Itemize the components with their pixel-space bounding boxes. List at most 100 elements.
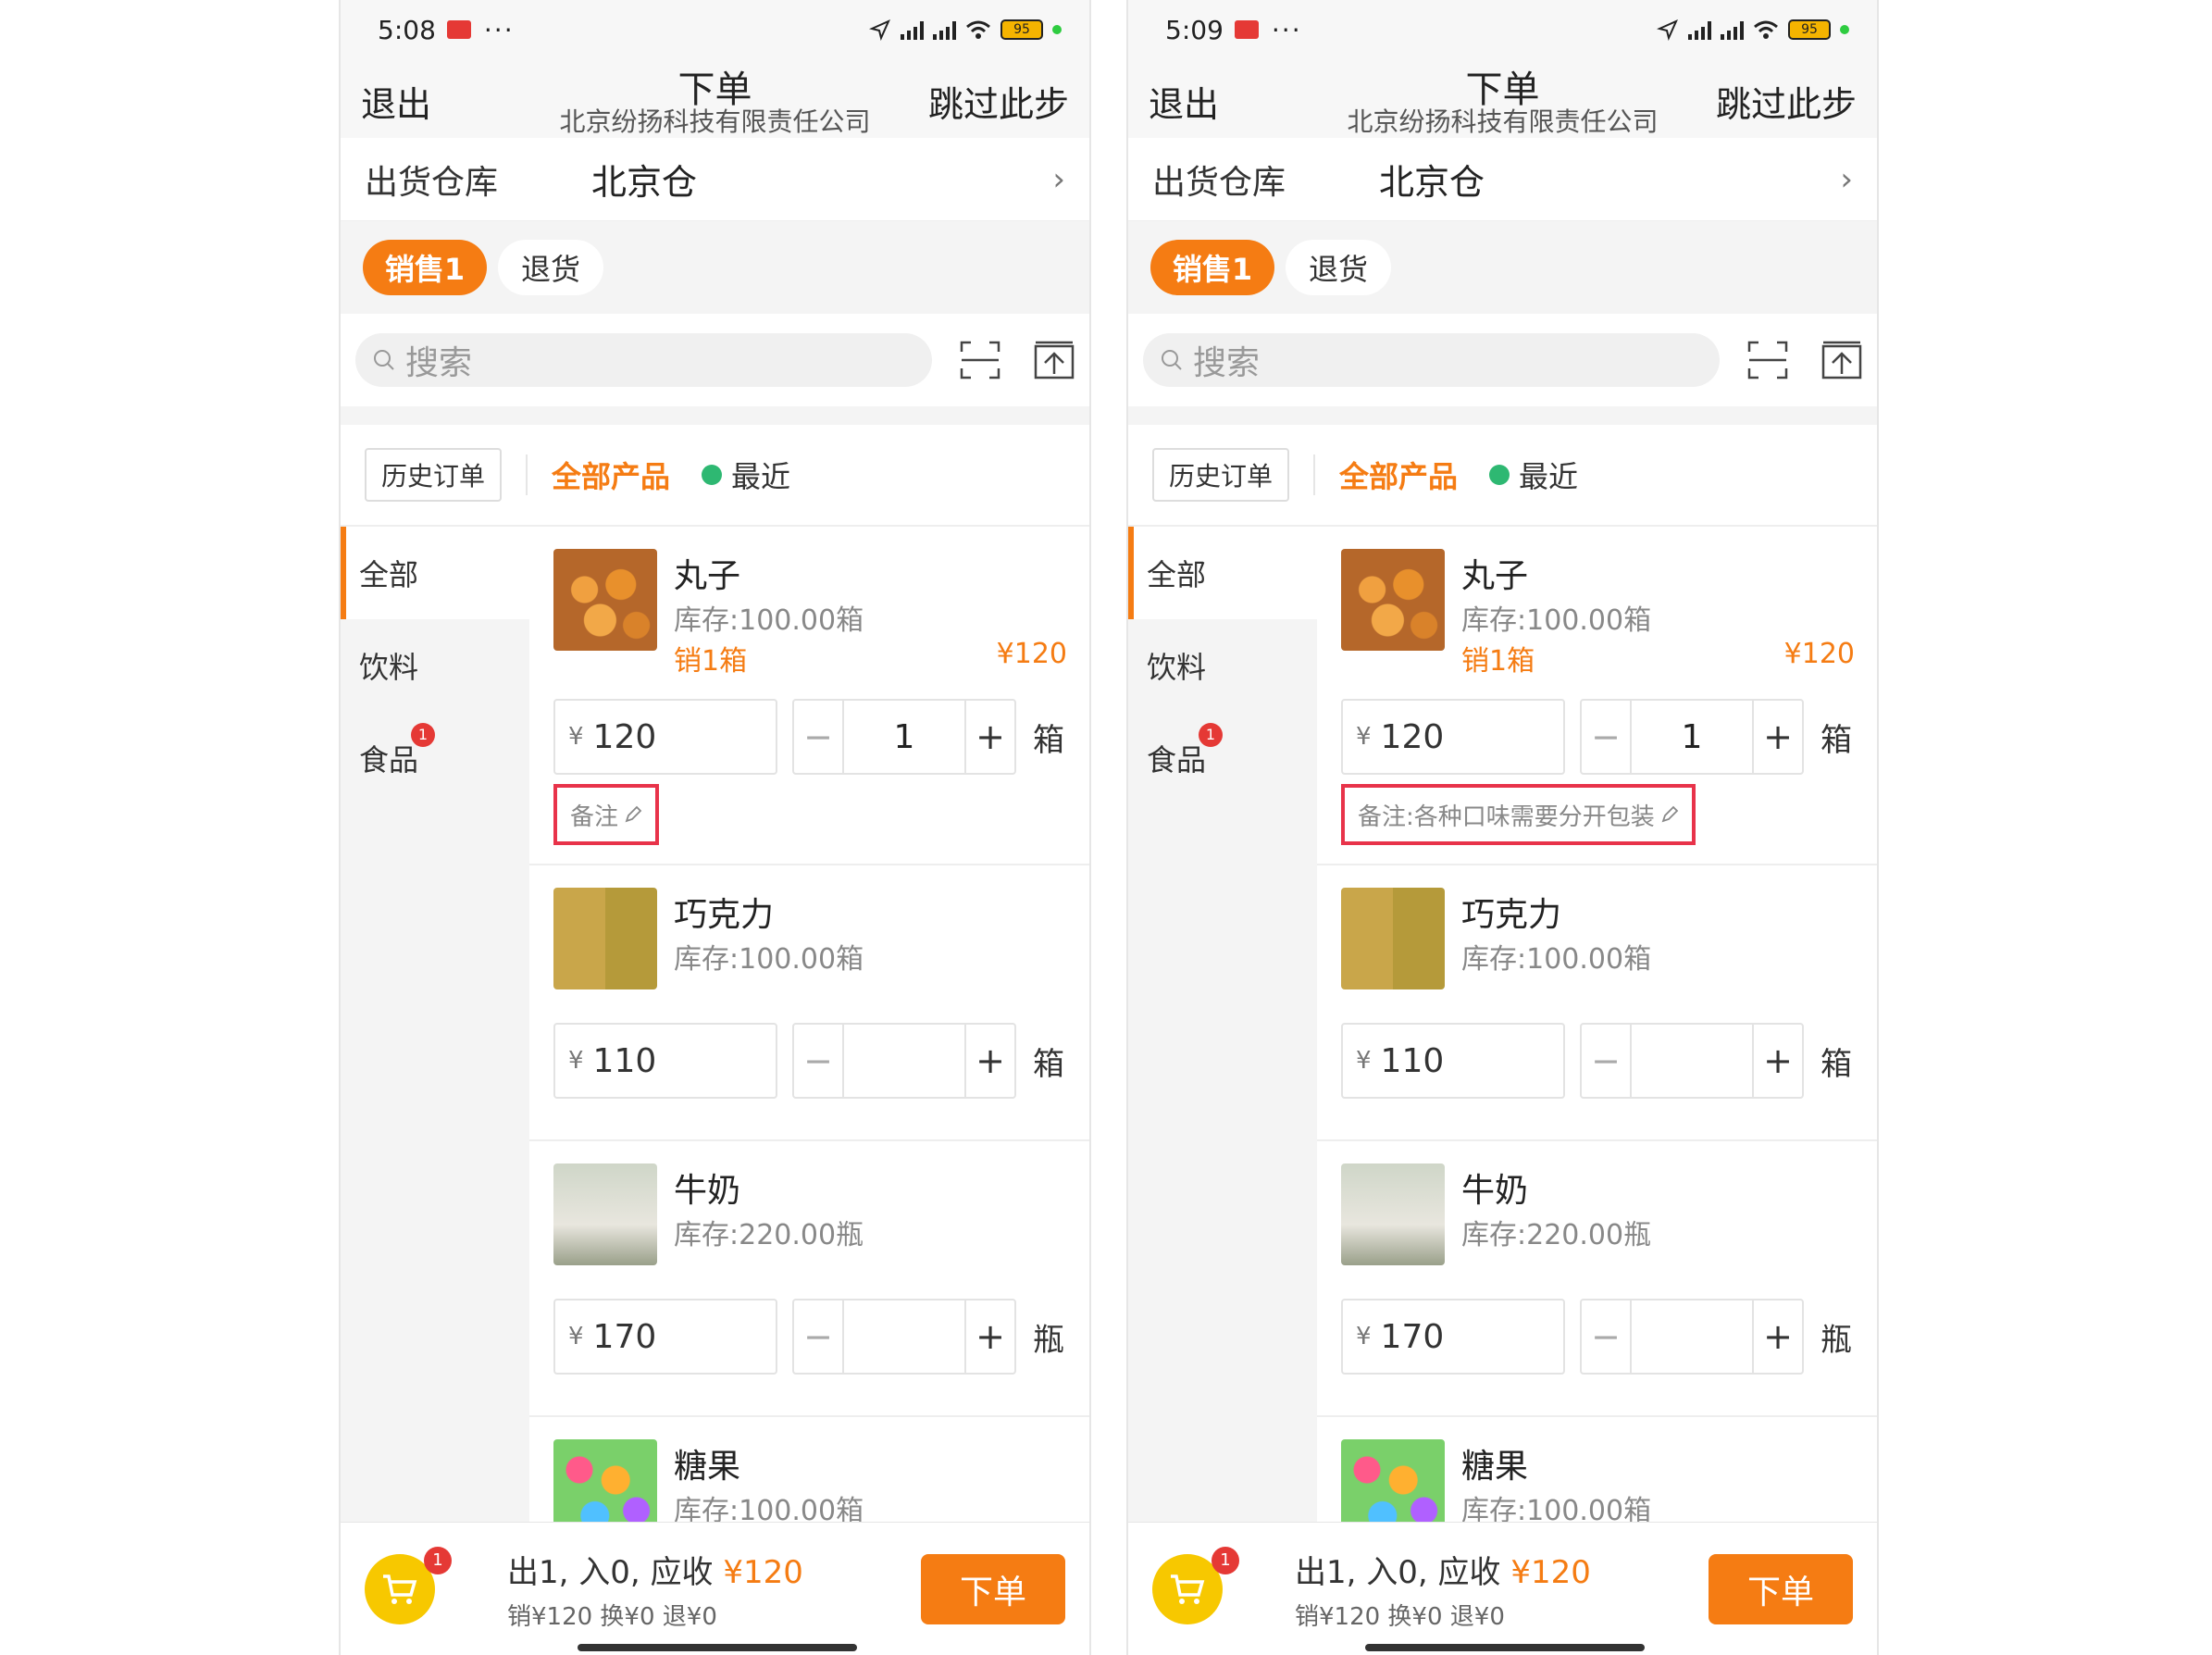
yen-symbol: ¥ (568, 723, 584, 751)
search-icon (374, 350, 394, 370)
increment-button[interactable]: + (964, 701, 1014, 773)
price-input[interactable]: ¥110 (553, 1023, 777, 1099)
remark-button[interactable]: 备注:各种口味需要分开包装 (1341, 784, 1696, 845)
price-input[interactable]: ¥120 (553, 699, 777, 775)
quantity-value[interactable] (844, 1025, 964, 1097)
increment-button[interactable]: + (1752, 701, 1802, 773)
product-item: 牛奶 库存:220.00瓶 ¥170 − + 瓶 (1317, 1141, 1877, 1417)
increment-button[interactable]: + (1752, 1300, 1802, 1373)
quantity-stepper: − 1 + (792, 699, 1016, 775)
price-input[interactable]: ¥170 (1341, 1299, 1565, 1375)
quantity-value[interactable]: 1 (844, 701, 964, 773)
cart-icon (383, 1574, 417, 1604)
decrement-button[interactable]: − (794, 1025, 844, 1097)
price-value: 170 (1380, 1317, 1445, 1356)
more-notifications-icon: ··· (483, 14, 515, 45)
home-indicator[interactable] (1365, 1644, 1645, 1651)
category-food[interactable]: 食品 1 (341, 712, 529, 804)
cart-button[interactable]: 1 (365, 1546, 452, 1624)
signal-icon-2 (1721, 19, 1744, 40)
tab-return[interactable]: 退货 (1286, 240, 1391, 295)
milk-image (1341, 1163, 1445, 1265)
notification-app-icon (1234, 20, 1259, 39)
tab-sale[interactable]: 销售1 (1150, 240, 1274, 295)
upload-icon[interactable] (1821, 341, 1862, 380)
tab-recent[interactable]: 最近 (702, 454, 790, 496)
unit-label: 瓶 (1033, 1321, 1064, 1359)
decrement-button[interactable]: − (1582, 1025, 1632, 1097)
scan-icon[interactable] (1747, 341, 1788, 380)
search-bar: 搜索 (1128, 314, 1877, 406)
product-item: 丸子 库存:100.00箱 销1箱 ¥120 ¥120 − 1 + 箱 备注:各种… (1317, 527, 1877, 865)
skip-step-button[interactable]: 跳过此步 (1716, 76, 1857, 127)
warehouse-selector[interactable]: 出货仓库 北京仓 › (341, 138, 1089, 221)
cart-count-badge: 1 (1212, 1546, 1239, 1574)
active-dot-icon (1052, 25, 1062, 34)
upload-icon[interactable] (1034, 341, 1075, 380)
category-all[interactable]: 全部 (1128, 527, 1317, 619)
cart-button[interactable]: 1 (1152, 1546, 1239, 1624)
wifi-icon (966, 20, 990, 39)
price-input[interactable]: ¥110 (1341, 1023, 1565, 1099)
product-stock: 库存:100.00箱 (674, 943, 864, 976)
category-all[interactable]: 全部 (341, 527, 529, 619)
increment-button[interactable]: + (964, 1300, 1014, 1373)
product-stock: 库存:220.00瓶 (674, 1219, 864, 1251)
scan-icon[interactable] (960, 341, 1000, 380)
decrement-button[interactable]: − (794, 701, 844, 773)
increment-button[interactable]: + (964, 1025, 1014, 1097)
decrement-button[interactable]: − (1582, 701, 1632, 773)
price-value: 170 (592, 1317, 657, 1356)
warehouse-selector[interactable]: 出货仓库 北京仓 › (1128, 138, 1877, 221)
summary-breakdown: 销¥120 换¥0 退¥0 (507, 1602, 717, 1631)
product-stock: 库存:220.00瓶 (1461, 1219, 1652, 1251)
product-item: 巧克力 库存:100.00箱 ¥110 − + 箱 (529, 865, 1089, 1141)
decrement-button[interactable]: − (794, 1300, 844, 1373)
category-drinks[interactable]: 饮料 (1128, 619, 1317, 712)
tab-history-orders[interactable]: 历史订单 (365, 448, 502, 502)
clock-icon (1489, 465, 1510, 485)
tab-recent[interactable]: 最近 (1489, 454, 1578, 496)
remark-text: 备注 (570, 803, 619, 831)
tab-all-products[interactable]: 全部产品 (552, 454, 670, 496)
order-type-bar: 销售1 退货 (1128, 221, 1877, 314)
catalog-body: 全部 饮料 食品1 丸子 库存:100.00箱 销1箱¥120 ¥120 − (341, 527, 1089, 1545)
quantity-value[interactable]: 1 (1632, 701, 1752, 773)
order-footer: 1 出1, 入0, 应收 ¥120 销¥120 换¥0 退¥0 下单 (341, 1522, 1089, 1655)
category-drinks[interactable]: 饮料 (341, 619, 529, 712)
product-name: 丸子 (1461, 557, 1529, 595)
tab-history-orders[interactable]: 历史订单 (1152, 448, 1289, 502)
unit-label: 箱 (1033, 721, 1064, 759)
search-input[interactable]: 搜索 (355, 333, 932, 387)
tab-all-products[interactable]: 全部产品 (1339, 454, 1458, 496)
decrement-button[interactable]: − (1582, 1300, 1632, 1373)
search-bar: 搜索 (341, 314, 1089, 406)
place-order-button[interactable]: 下单 (921, 1553, 1065, 1624)
product-amount: ¥120 (996, 638, 1067, 670)
place-order-button[interactable]: 下单 (1709, 1553, 1853, 1624)
price-input[interactable]: ¥170 (553, 1299, 777, 1375)
price-value: 120 (592, 717, 657, 756)
cart-icon (1171, 1574, 1205, 1604)
signal-icon (901, 19, 924, 40)
category-label: 全部 (1147, 557, 1207, 592)
price-input[interactable]: ¥120 (1341, 699, 1565, 775)
tab-return[interactable]: 退货 (498, 240, 603, 295)
increment-button[interactable]: + (1752, 1025, 1802, 1097)
tab-sale[interactable]: 销售1 (363, 240, 487, 295)
catalog-body: 全部 饮料 食品1 丸子 库存:100.00箱 销1箱¥120 ¥120 − (1128, 527, 1877, 1545)
skip-step-button[interactable]: 跳过此步 (928, 76, 1069, 127)
category-food[interactable]: 食品 1 (1128, 712, 1317, 804)
home-indicator[interactable] (578, 1644, 857, 1651)
search-input[interactable]: 搜索 (1143, 333, 1720, 387)
quantity-value[interactable] (1632, 1025, 1752, 1097)
order-type-bar: 销售1 退货 (341, 221, 1089, 314)
tab-recent-label: 最近 (731, 459, 791, 494)
location-icon (869, 19, 890, 41)
quantity-value[interactable] (844, 1300, 964, 1373)
remark-button[interactable]: 备注 (553, 784, 660, 845)
product-name: 巧克力 (674, 896, 775, 934)
quantity-value[interactable] (1632, 1300, 1752, 1373)
product-tabs: 历史订单 全部产品 最近 (1128, 425, 1877, 527)
cart-count-badge: 1 (424, 1546, 452, 1574)
